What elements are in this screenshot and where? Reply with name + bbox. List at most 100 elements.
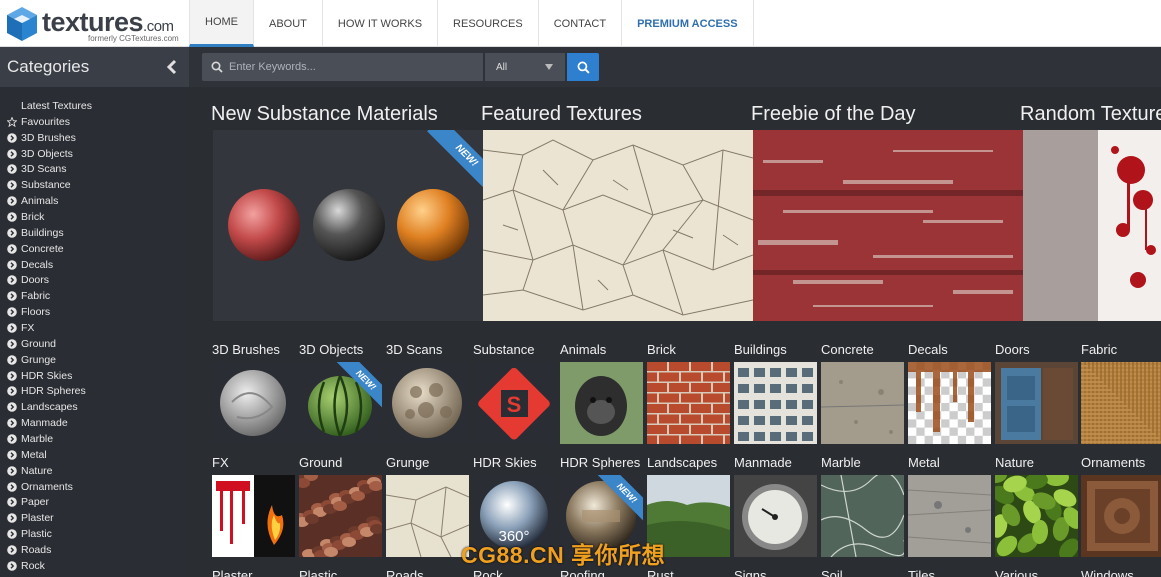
sidebar-item-substance[interactable]: Substance [0,177,189,193]
grid-label-tiles[interactable]: Tiles [908,568,935,577]
grid-label-concrete[interactable]: Concrete [821,342,874,357]
search-category-select[interactable]: All [485,53,565,81]
grid-thumb-concrete[interactable] [821,362,904,444]
sidebar-item-hdr-skies[interactable]: HDR Skies [0,368,189,384]
sidebar-item-brick[interactable]: Brick [0,209,189,225]
grid-label-plastic[interactable]: Plastic [299,568,337,577]
sidebar-item-decals[interactable]: Decals [0,257,189,273]
grid-label-fx[interactable]: FX [212,455,229,470]
grid-thumb-fabric[interactable] [1081,362,1161,444]
grid-thumb-brick[interactable] [647,362,730,444]
grid-label-hdr-skies[interactable]: HDR Skies [473,455,537,470]
nav-resources[interactable]: RESOURCES [438,0,539,47]
sidebar-item-fx[interactable]: FX [0,320,189,336]
sidebar-item-rock[interactable]: Rock [0,558,189,574]
chevron-left-icon[interactable] [165,59,179,75]
sidebar-item-3d-brushes[interactable]: 3D Brushes [0,130,189,146]
grid-label-animals[interactable]: Animals [560,342,606,357]
grid-thumb-buildings[interactable] [734,362,817,444]
grid-thumb-substance[interactable]: S [473,362,556,444]
feature-title-freebie[interactable]: Freebie of the Day [751,103,916,126]
grid-thumb-fx[interactable] [212,475,295,557]
sidebar-item-latest-textures[interactable]: Latest Textures [0,98,189,114]
grid-label-ornaments[interactable]: Ornaments [1081,455,1145,470]
nav-about[interactable]: ABOUT [254,0,323,47]
grid-thumb-ornaments[interactable] [1081,475,1161,557]
grid-thumb-metal[interactable] [908,475,991,557]
sidebar-item-paper[interactable]: Paper [0,494,189,510]
feature-tile-featured[interactable] [483,130,753,321]
grid-thumb-decals[interactable] [908,362,991,444]
sidebar-item-3d-objects[interactable]: 3D Objects [0,146,189,162]
grid-label-doors[interactable]: Doors [995,342,1030,357]
grid-thumb-doors[interactable] [995,362,1078,444]
categories-sidebar: Categories Latest Textures Favourites 3D B… [0,47,189,577]
sidebar-item-plastic[interactable]: Plastic [0,526,189,542]
sidebar-item-plaster[interactable]: Plaster [0,510,189,526]
feature-tile-substance[interactable]: NEW! [213,130,483,321]
sidebar-item-ornaments[interactable]: Ornaments [0,479,189,495]
sidebar-item-roads[interactable]: Roads [0,542,189,558]
feature-title-random[interactable]: Random Texture [1020,103,1161,126]
feature-tile-freebie[interactable] [753,130,1023,321]
grid-label-3d-scans[interactable]: 3D Scans [386,342,442,357]
sidebar-item-floors[interactable]: Floors [0,304,189,320]
nav-home[interactable]: HOME [189,0,254,47]
grid-thumb-manmade[interactable] [734,475,817,557]
sidebar-item-3d-scans[interactable]: 3D Scans [0,161,189,177]
grid-label-roads[interactable]: Roads [386,568,424,577]
grid-label-buildings[interactable]: Buildings [734,342,787,357]
grid-thumb-animals[interactable] [560,362,643,444]
grid-label-plaster[interactable]: Plaster [212,568,252,577]
grid-thumb-grunge[interactable] [386,475,469,557]
grid-thumb-3d-objects[interactable]: NEW! [299,362,382,444]
grid-label-hdr-spheres[interactable]: HDR Spheres [560,455,640,470]
grid-label-brick[interactable]: Brick [647,342,676,357]
search-input[interactable] [229,61,469,73]
grid-thumb-ground[interactable] [299,475,382,557]
sidebar-item-animals[interactable]: Animals [0,193,189,209]
grid-label-marble[interactable]: Marble [821,455,861,470]
sidebar-item-concrete[interactable]: Concrete [0,241,189,257]
grid-label-metal[interactable]: Metal [908,455,940,470]
nav-how-it-works[interactable]: HOW IT WORKS [323,0,439,47]
sidebar-item-doors[interactable]: Doors [0,272,189,288]
sidebar-item-buildings[interactable]: Buildings [0,225,189,241]
grid-label-landscapes[interactable]: Landscapes [647,455,717,470]
nav-contact[interactable]: CONTACT [539,0,623,47]
sidebar-item-manmade[interactable]: Manmade [0,415,189,431]
grid-label-manmade[interactable]: Manmade [734,455,792,470]
sidebar-item-ground[interactable]: Ground [0,336,189,352]
grid-label-soil[interactable]: Soil [821,568,843,577]
grid-label-substance[interactable]: Substance [473,342,534,357]
nav-premium-access[interactable]: PREMIUM ACCESS [622,0,754,47]
sidebar-item-grunge[interactable]: Grunge [0,352,189,368]
grid-thumb-marble[interactable] [821,475,904,557]
site-logo[interactable]: textures.com formerly CGTextures.com [6,5,186,45]
grid-label-nature[interactable]: Nature [995,455,1034,470]
grid-thumb-nature[interactable] [995,475,1078,557]
search-button[interactable] [567,53,599,81]
grid-label-grunge[interactable]: Grunge [386,455,429,470]
grid-label-decals[interactable]: Decals [908,342,948,357]
sidebar-item-label: 3D Objects [21,147,73,160]
grid-label-ground[interactable]: Ground [299,455,342,470]
grid-thumb-3d-brushes[interactable] [212,362,295,444]
feature-tile-random[interactable] [1023,130,1161,321]
grid-label-3d-brushes[interactable]: 3D Brushes [212,342,280,357]
sidebar-item-nature[interactable]: Nature [0,463,189,479]
sidebar-item-hdr-spheres[interactable]: HDR Spheres [0,383,189,399]
sidebar-item-favourites[interactable]: Favourites [0,114,189,130]
sidebar-item-landscapes[interactable]: Landscapes [0,399,189,415]
sidebar-item-metal[interactable]: Metal [0,447,189,463]
grid-label-windows[interactable]: Windows [1081,568,1134,577]
grid-label-signs[interactable]: Signs [734,568,767,577]
grid-label-3d-objects[interactable]: 3D Objects [299,342,363,357]
grid-label-fabric[interactable]: Fabric [1081,342,1117,357]
grid-thumb-3d-scans[interactable] [386,362,469,444]
feature-title-substance[interactable]: New Substance Materials [211,103,438,126]
feature-title-featured[interactable]: Featured Textures [481,103,642,126]
sidebar-item-marble[interactable]: Marble [0,431,189,447]
sidebar-item-fabric[interactable]: Fabric [0,288,189,304]
grid-label-various[interactable]: Various [995,568,1038,577]
